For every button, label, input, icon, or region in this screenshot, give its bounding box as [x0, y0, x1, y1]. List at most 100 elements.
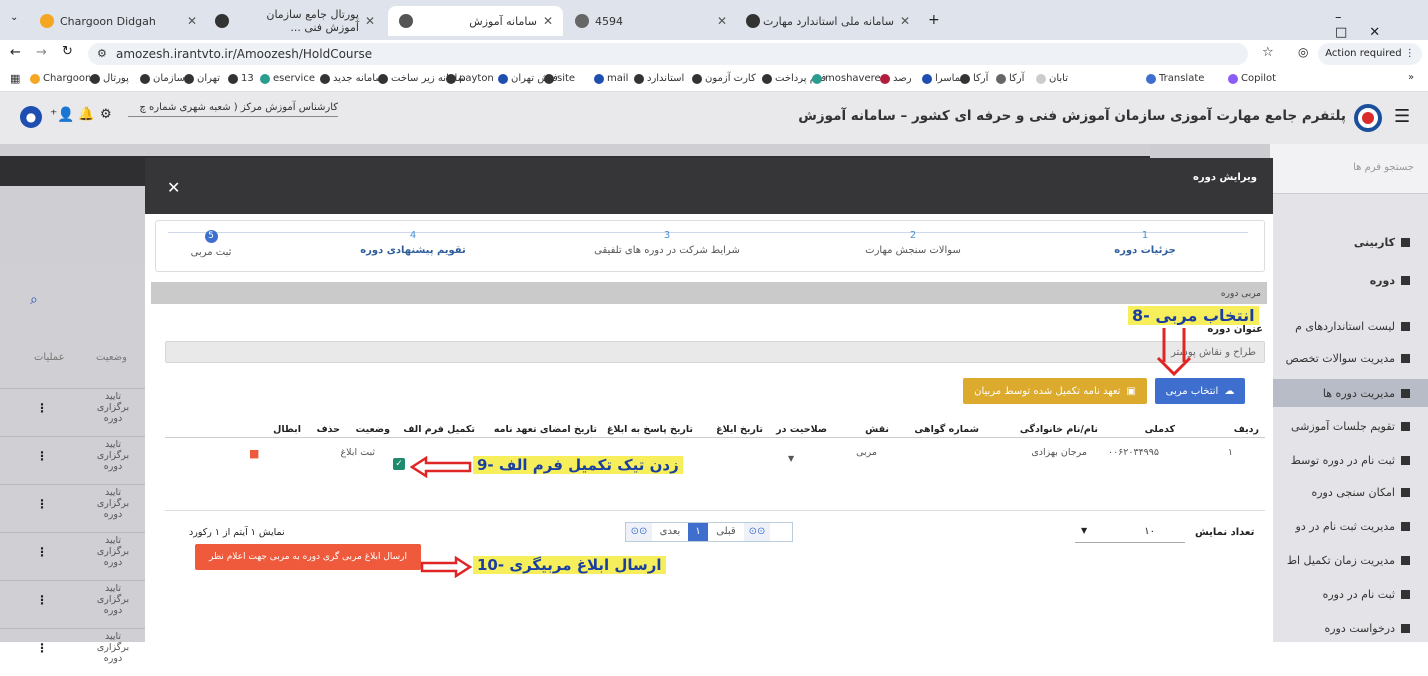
bookmark-item[interactable]: رصد: [880, 73, 912, 84]
bookmark-item[interactable]: mail: [594, 73, 628, 84]
more-icon[interactable]: ⋮: [36, 593, 48, 607]
site-icon: [575, 14, 589, 28]
menu-icon[interactable]: ☰: [1394, 106, 1410, 127]
bookmark-item[interactable]: تابان: [1036, 73, 1068, 84]
last-page-icon[interactable]: ⊙⊙: [744, 523, 770, 541]
commitment-button[interactable]: تعهد نامه تکمیل شده توسط مربیان ▣: [963, 378, 1147, 404]
more-icon[interactable]: ⋮: [36, 641, 48, 655]
tab-list-icon[interactable]: ⌄: [10, 12, 18, 23]
bookmark-item[interactable]: سامانه جدید: [320, 73, 384, 84]
step-3[interactable]: 3 شرایط شرکت در دوره های تلفیقی: [557, 230, 777, 256]
bookmark-item[interactable]: تهران: [184, 73, 220, 84]
tab-4594[interactable]: 4594 ✕: [565, 6, 735, 36]
more-icon[interactable]: ⋮: [36, 497, 48, 511]
tab-title: پورتال جامع سازمان آموزش فنی ...: [266, 8, 359, 34]
new-tab-icon[interactable]: +: [928, 12, 940, 28]
action-required-button[interactable]: Action required ⋮: [1318, 43, 1422, 65]
reload-icon[interactable]: ↻: [62, 44, 73, 59]
bookmark-item[interactable]: پورتال: [90, 73, 129, 84]
folder-icon: [1401, 276, 1410, 285]
tab-standard[interactable]: ✕ سامانه ملی استاندارد مهارت: [740, 6, 920, 36]
url-field[interactable]: ⚙ amozesh.irantvto.ir/Amoozesh/HoldCours…: [88, 43, 1248, 65]
apps-icon[interactable]: ▦: [10, 72, 20, 85]
close-icon[interactable]: ✕: [543, 14, 553, 28]
commitment-label: تعهد نامه تکمیل شده توسط مربیان: [974, 385, 1121, 397]
form-alef-checkbox[interactable]: ✓: [393, 458, 405, 470]
page-size-value: ۱۰: [1144, 526, 1155, 537]
course-title-field: طراح و نقاش پوستر: [165, 341, 1265, 363]
bookmark-item[interactable]: کارت آزمون: [692, 73, 756, 84]
bookmark-item[interactable]: آرکا: [960, 73, 988, 84]
search-icon[interactable]: ⌕: [30, 292, 38, 308]
user-role[interactable]: کارشناس آموزش مرکز ( شعبه شهری شماره چ: [128, 102, 338, 117]
close-icon[interactable]: ✕: [900, 14, 910, 28]
more-icon[interactable]: ⋮: [36, 401, 48, 415]
sidebar-item[interactable]: مدیریت دوره ها: [1270, 379, 1428, 407]
bookmark-item[interactable]: استاندارد: [634, 73, 684, 84]
sidebar-section-dashboard[interactable]: کاربینی: [1354, 236, 1410, 249]
sidebar-item[interactable]: لیست استانداردهای م: [1270, 320, 1428, 333]
sidebar-item[interactable]: مدیریت ثبت نام در دو: [1270, 520, 1428, 533]
add-user-icon[interactable]: ⁺👤: [50, 107, 75, 123]
bookmark-item[interactable]: eservice: [260, 73, 315, 84]
close-icon[interactable]: ✕: [717, 14, 727, 28]
settings-icon[interactable]: ⚙: [100, 107, 112, 122]
bookmark-item[interactable]: Copilot: [1228, 73, 1276, 84]
site-info-icon[interactable]: ⚙: [97, 43, 107, 65]
step-4[interactable]: 4 تقویم پیشنهادی دوره: [303, 230, 523, 256]
sidebar-item[interactable]: درخواست دوره: [1270, 622, 1428, 635]
search-forms-box[interactable]: جستجو فرم ها: [1270, 144, 1428, 194]
sidebar-item[interactable]: ثبت نام در دوره توسط: [1270, 454, 1428, 467]
current-page[interactable]: ۱: [688, 523, 708, 541]
more-bookmarks-icon[interactable]: »: [1408, 72, 1414, 83]
more-icon[interactable]: ⋮: [36, 449, 48, 463]
sidebar: جستجو فرم ها کاربینی دوره لیست استاندارد…: [1270, 144, 1428, 642]
tab-title: سامانه ملی استاندارد مهارت: [762, 14, 894, 28]
more-icon[interactable]: ⋮: [36, 545, 48, 559]
sidebar-section-course[interactable]: دوره: [1370, 274, 1410, 287]
step-2[interactable]: 2 سوالات سنجش مهارت: [803, 230, 1023, 256]
close-icon[interactable]: ✕: [187, 14, 197, 28]
close-icon[interactable]: ✕: [365, 14, 375, 28]
competency-dropdown-icon[interactable]: ▼: [788, 454, 794, 463]
bookmark-item[interactable]: Translate: [1146, 73, 1204, 84]
tab-chargoon[interactable]: Chargoon Didgah ✕: [30, 6, 205, 36]
select-trainer-button[interactable]: انتخاب مربی ☁: [1155, 378, 1245, 404]
tab-portal[interactable]: ✕ پورتال جامع سازمان آموزش فنی ...: [205, 6, 385, 36]
forward-icon[interactable]: →: [36, 45, 47, 60]
back-icon[interactable]: ←: [10, 45, 21, 60]
window-controls[interactable]: –□✕: [1335, 10, 1428, 40]
close-icon[interactable]: ✕: [167, 178, 180, 197]
delete-icon[interactable]: ■: [249, 447, 259, 460]
sidebar-item[interactable]: مدیریت زمان تکمیل اط: [1270, 554, 1428, 567]
send-notification-label: ارسال ابلاغ مربی گری دوره به مربی جهت اع…: [208, 552, 407, 562]
first-page-icon[interactable]: ⊙⊙: [626, 523, 652, 541]
bell-icon[interactable]: 🔔: [78, 107, 94, 122]
bookmark-item[interactable]: آرکا: [996, 73, 1024, 84]
sidebar-item[interactable]: مدیریت سوالات تخصص: [1270, 352, 1428, 365]
bookmark-item[interactable]: سازمان: [140, 73, 185, 84]
bookmark-label: 13: [241, 73, 254, 84]
step-label: شرایط شرکت در دوره های تلفیقی: [594, 245, 740, 256]
star-icon[interactable]: ☆: [1262, 45, 1274, 60]
row-role: مربی: [856, 447, 877, 458]
bookmark-item[interactable]: payton: [446, 73, 494, 84]
step-5[interactable]: 5 ثبت مربی: [101, 230, 321, 258]
bookmark-item[interactable]: 13: [228, 73, 254, 84]
bookmark-item[interactable]: moshavere: [812, 73, 881, 84]
page-size-select[interactable]: ۱۰ ▼: [1075, 521, 1185, 543]
send-notification-button[interactable]: ارسال ابلاغ مربی گری دوره به مربی جهت اع…: [195, 544, 421, 570]
profile-icon[interactable]: ◎: [1298, 45, 1308, 59]
avatar[interactable]: ●: [20, 106, 42, 128]
sidebar-item[interactable]: امکان سنجی دوره: [1270, 486, 1428, 499]
step-1[interactable]: 1 جزئیات دوره: [1035, 230, 1255, 256]
bookmark-item[interactable]: Chargoon: [30, 73, 91, 84]
prev-button[interactable]: قبلی: [708, 523, 744, 541]
sidebar-item[interactable]: ثبت نام در دوره: [1270, 588, 1428, 601]
next-button[interactable]: بعدی: [652, 523, 688, 541]
tab-title: Chargoon Didgah: [60, 14, 156, 28]
bookmark-item[interactable]: site: [544, 73, 575, 84]
list-icon: [1401, 556, 1410, 565]
tab-amozesh[interactable]: ✕ سامانه آموزش: [388, 6, 563, 36]
sidebar-item[interactable]: تقویم جلسات آموزشی: [1270, 420, 1428, 433]
